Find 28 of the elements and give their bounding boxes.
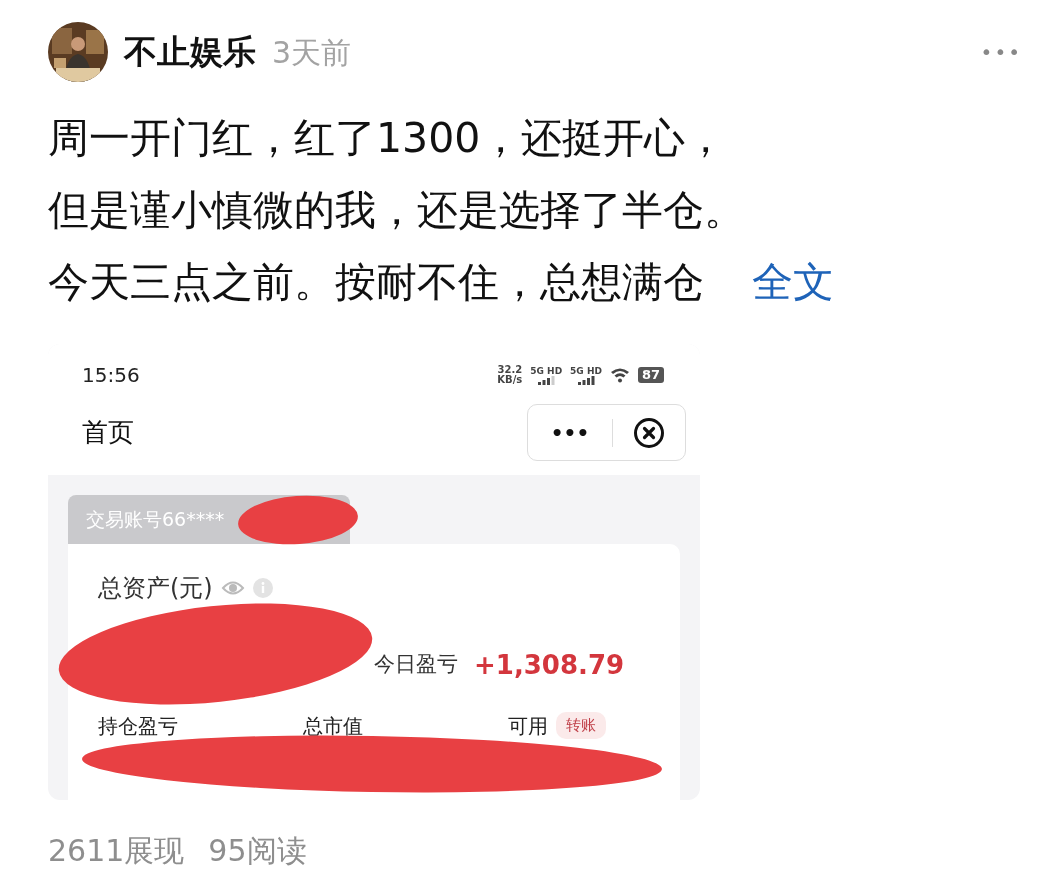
column-label: 可用 [508,712,548,740]
post-text-line: 周一开门红，红了1300，还挺开心， [48,113,728,164]
transfer-button[interactable]: 转账 [556,712,606,739]
more-button[interactable]: ••• [528,416,612,449]
signal-icon [536,375,557,385]
signal-icon [576,375,596,385]
stat-count: 95阅读 [208,832,307,870]
network-speed: 32.2 KB/s [497,365,523,385]
total-assets-label: 总资产(元) [98,572,213,604]
more-button[interactable]: ••• [974,36,1028,68]
battery-level: 87 [637,367,664,383]
wifi-icon [609,367,630,383]
column-label: 持仓盈亏 [98,712,178,740]
network-label: 5G HD [570,365,602,376]
page-title: 首页 [82,416,134,449]
today-pl-label: 今日盈亏 [374,651,458,679]
expand-link[interactable]: 全文 [752,258,834,306]
post-text-line: 今天三点之前。按耐不住，总想满仓 [48,258,704,306]
post-time: 3天前 [272,33,352,72]
today-pl-value: +1,308.79 [474,648,625,682]
stat-count: 2611展现 [48,832,185,870]
author-name[interactable]: 不止娱乐 [124,27,256,77]
status-time: 15:56 [82,362,140,389]
column-label: 总市值 [303,712,363,740]
close-icon[interactable] [633,416,665,449]
network-label: 5G HD [530,365,563,376]
post-text-line: 但是谨小慎微的我，还是选择了半仓。 [48,185,746,236]
info-icon[interactable] [252,577,273,598]
